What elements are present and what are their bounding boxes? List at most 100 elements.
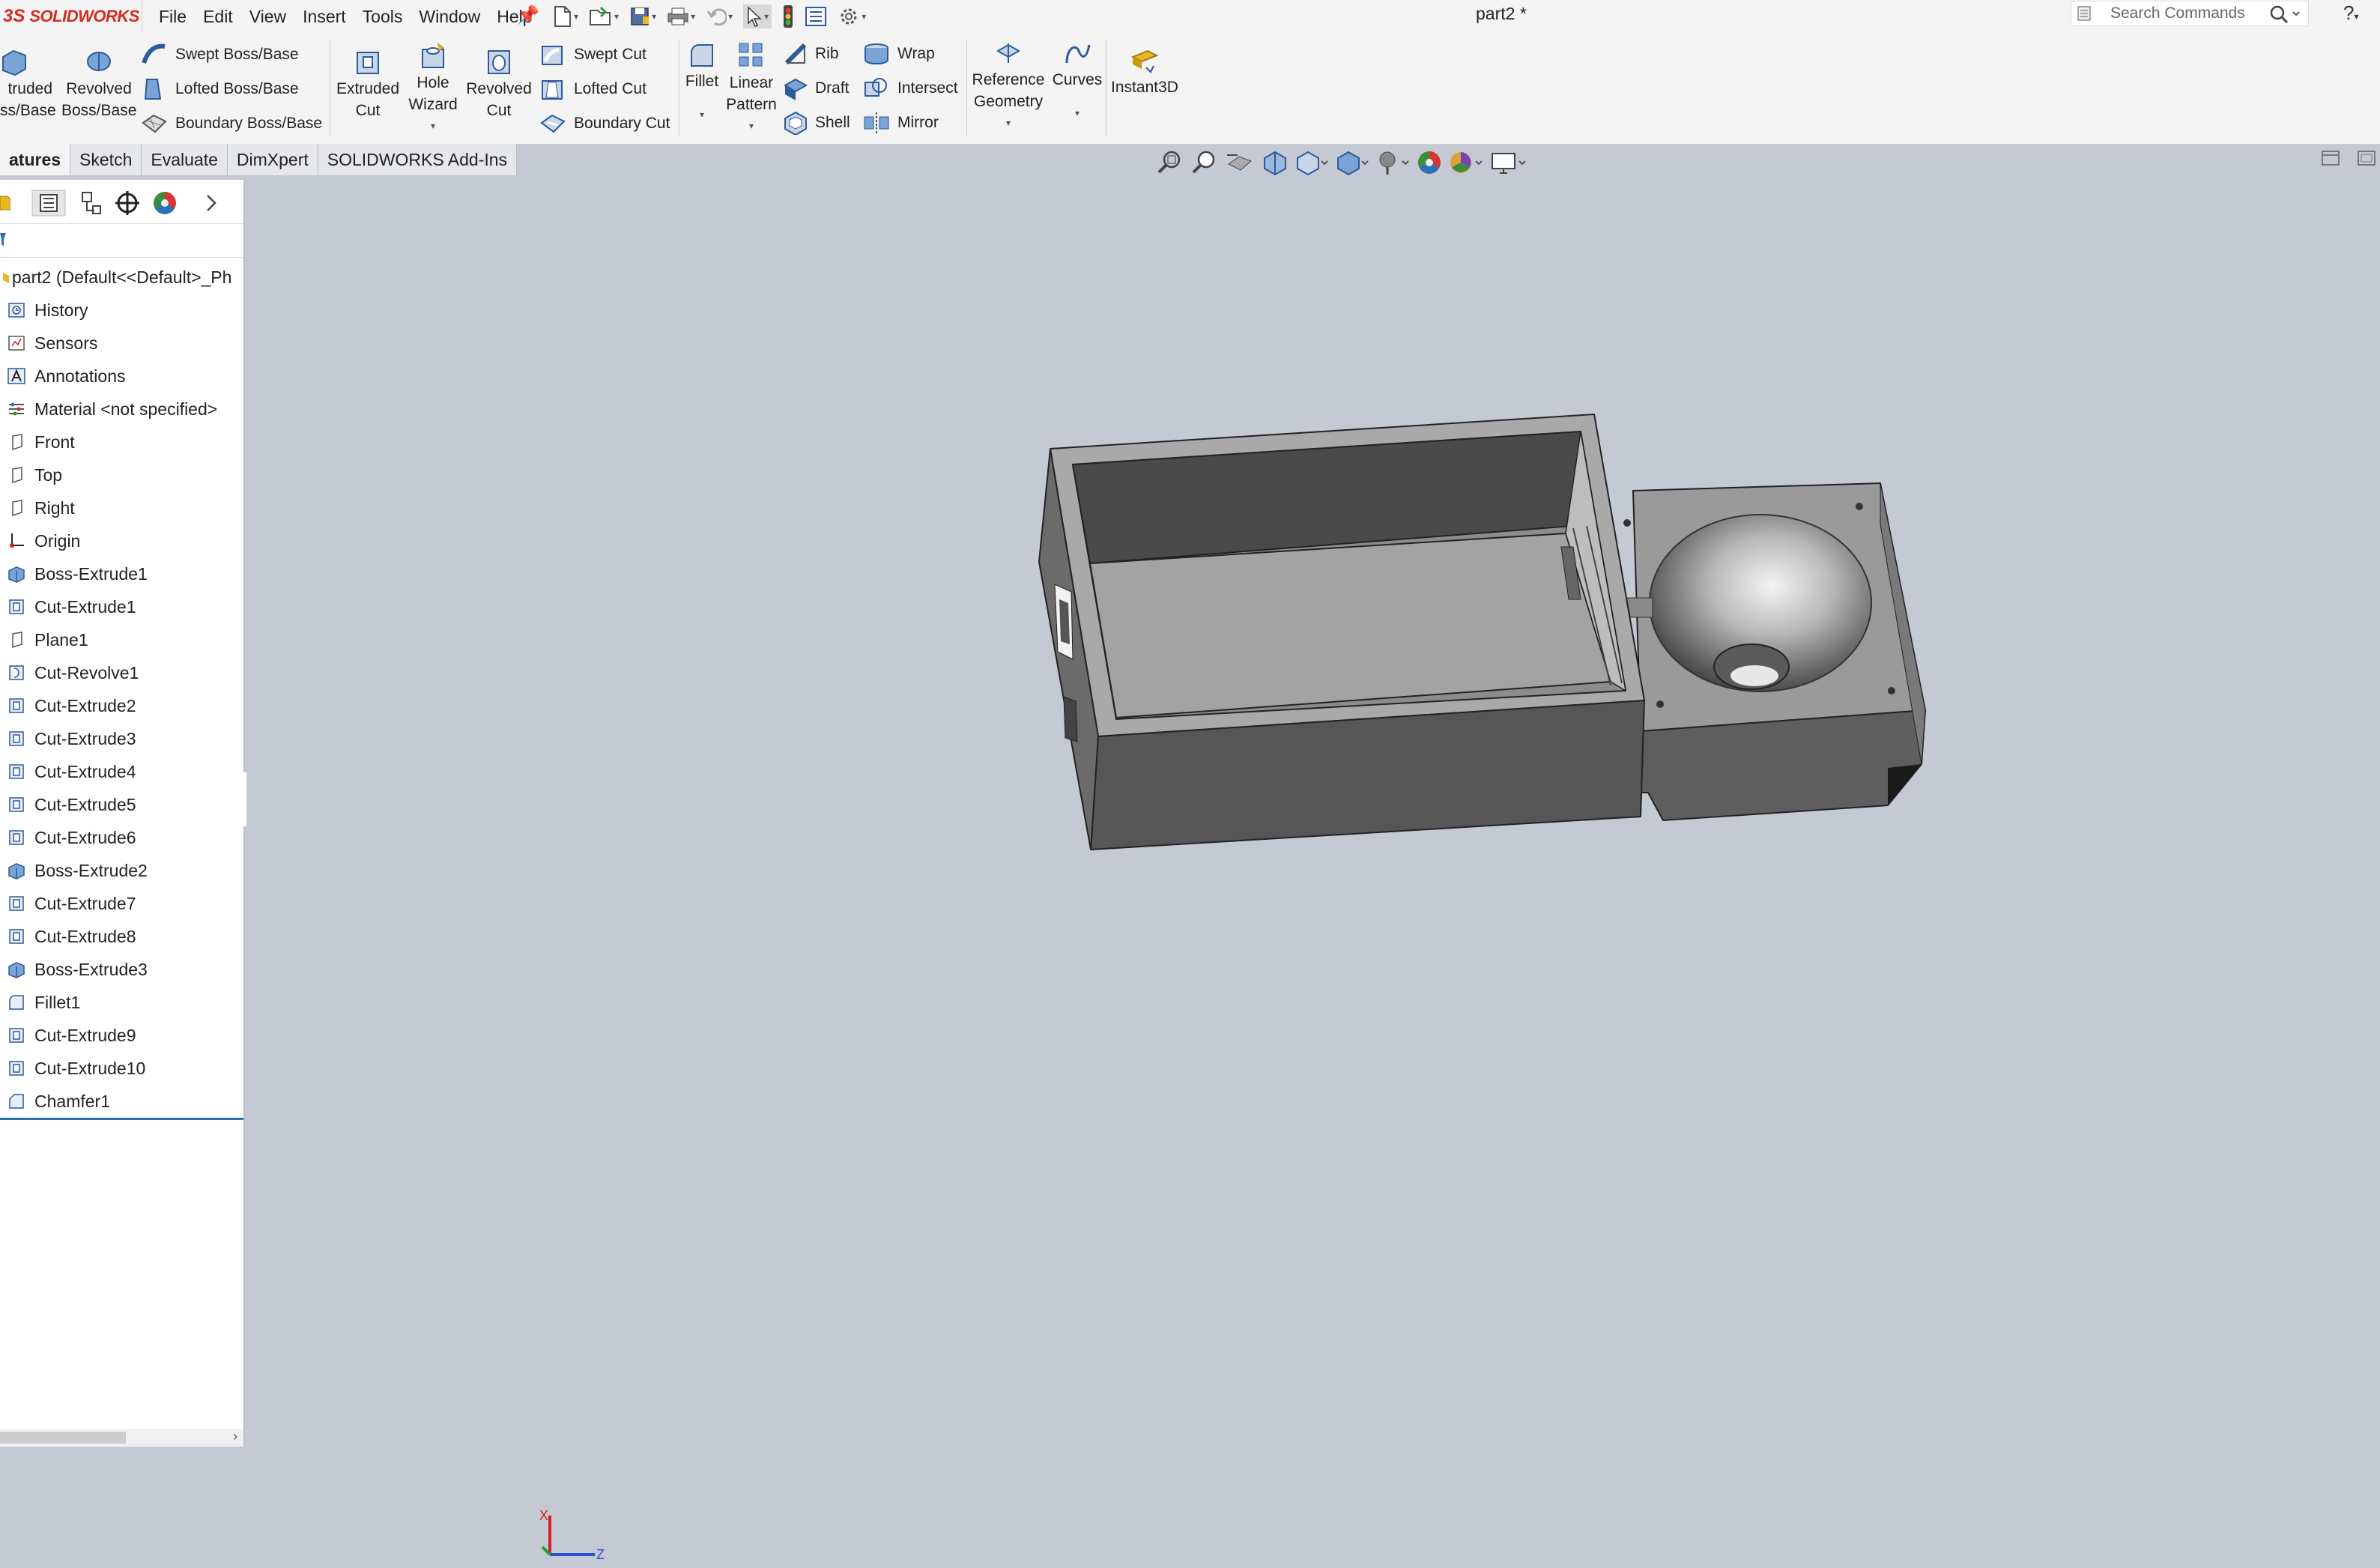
display-manager-tab-icon[interactable] [151,190,178,217]
apply-scene-icon[interactable] [1449,149,1483,176]
rib-button[interactable]: Rib [784,42,839,66]
configuration-manager-tab-icon[interactable] [76,190,103,217]
tree-item[interactable]: Material <not specified> [0,393,243,426]
feature-manager-tab-icon[interactable] [0,192,10,214]
reference-geometry-dropdown-icon[interactable]: ▾ [966,112,1050,134]
previous-view-icon[interactable] [1226,149,1254,176]
zoom-to-area-icon[interactable] [1191,149,1220,176]
print-button[interactable]: ▾ [667,7,695,26]
section-view-icon[interactable] [1260,149,1289,176]
tree-item[interactable]: Right [0,491,243,524]
instant3d-button[interactable]: Instant3D [1107,45,1182,98]
extruded-boss-button[interactable]: truded ss/Base [0,46,56,121]
tree-item[interactable]: Chamfer1 [0,1085,243,1120]
boundary-boss-button[interactable]: Boundary Boss/Base [141,111,322,136]
view-settings-icon[interactable] [1489,149,1527,176]
graphics-viewport[interactable]: X Z [246,178,2380,1562]
new-document-button[interactable]: ▾ [553,5,578,28]
tree-item[interactable]: Boss-Extrude1 [0,557,243,590]
scrollbar-thumb[interactable] [0,1432,126,1444]
edit-appearance-icon[interactable] [1416,149,1443,176]
search-icon[interactable] [2269,4,2301,24]
view-orientation-icon[interactable] [1295,149,1329,176]
part-model-render[interactable] [246,178,2380,1447]
shell-button[interactable]: Shell [784,111,850,135]
tree-item[interactable]: Origin [0,524,243,557]
options-button[interactable]: ▾ [838,5,866,28]
tree-item[interactable]: Annotations [0,360,243,393]
tree-item[interactable]: Cut-Extrude7 [0,887,243,920]
chevron-right-icon[interactable] [204,192,219,214]
save-button[interactable]: ▾ [629,6,656,27]
filter-icon[interactable] [0,230,9,249]
open-button[interactable]: ▾ [589,6,619,27]
search-commands-box[interactable] [2071,1,2315,26]
rebuild-button[interactable] [782,4,794,28]
menu-insert[interactable]: Insert [303,7,346,27]
display-style-icon[interactable] [1335,149,1369,176]
menu-edit[interactable]: Edit [203,7,233,27]
tree-item[interactable]: Cut-Extrude9 [0,1019,243,1052]
extruded-cut-button[interactable]: Extruded Cut [333,46,403,121]
property-manager-tab-icon[interactable] [31,190,66,217]
tree-item[interactable]: Plane1 [0,623,243,656]
dimxpert-manager-tab-icon[interactable] [114,190,141,217]
lofted-boss-button[interactable]: Lofted Boss/Base [141,76,299,102]
tree-item[interactable]: Top [0,458,243,491]
swept-cut-button[interactable]: Swept Cut [539,42,647,67]
tree-item[interactable]: Cut-Extrude6 [0,821,243,854]
wrap-button[interactable]: Wrap [863,42,935,66]
tree-item[interactable]: Cut-Revolve1 [0,656,243,689]
tab-addins[interactable]: SOLIDWORKS Add-Ins [318,144,518,175]
tree-item[interactable]: Cut-Extrude1 [0,590,243,623]
solidworks-logo[interactable]: 3S SOLIDWORKS [0,0,142,33]
curves-button[interactable]: Curves ▾ [1047,40,1107,124]
linear-pattern-dropdown-icon[interactable]: ▾ [722,115,781,137]
feature-filter-bar[interactable] [0,223,243,258]
tree-item[interactable]: Front [0,426,243,458]
tree-item[interactable]: Cut-Extrude2 [0,689,243,722]
tree-item[interactable]: Cut-Extrude8 [0,920,243,953]
select-button[interactable]: ▾ [743,4,772,28]
fillet-dropdown-icon[interactable]: ▾ [680,104,724,126]
tree-root-part[interactable]: part2 (Default<<Default>_Ph [0,261,243,294]
help-button[interactable]: ?▾ [2343,1,2359,25]
revolved-cut-button[interactable]: Revolved Cut [463,46,535,121]
fillet-button[interactable]: Fillet ▾ [680,42,724,126]
file-properties-button[interactable] [805,6,827,27]
tab-sketch[interactable]: Sketch [70,144,142,175]
lofted-cut-button[interactable]: Lofted Cut [539,76,647,102]
tree-item[interactable]: Fillet1 [0,986,243,1019]
tree-item[interactable]: Boss-Extrude2 [0,854,243,887]
boundary-cut-button[interactable]: Boundary Cut [539,111,670,136]
menu-view[interactable]: View [249,7,286,27]
feature-tree-scrollbar[interactable]: › [0,1429,243,1447]
tab-features[interactable]: atures [0,144,71,175]
minimize-viewport-icon[interactable] [2321,150,2340,166]
linear-pattern-button[interactable]: Linear Pattern ▾ [722,40,781,137]
tree-item[interactable]: History [0,294,243,327]
pin-menu-icon[interactable]: 📌 [517,4,539,26]
draft-button[interactable]: Draft [784,76,850,100]
tree-item[interactable]: Boss-Extrude3 [0,953,243,986]
curves-dropdown-icon[interactable]: ▾ [1047,103,1107,124]
mirror-button[interactable]: Mirror [863,111,939,135]
tab-evaluate[interactable]: Evaluate [142,144,228,175]
hole-wizard-button[interactable]: Hole Wizard ▾ [402,40,464,137]
tree-item[interactable]: Sensors [0,327,243,360]
hide-show-items-icon[interactable] [1375,149,1410,176]
tree-item[interactable]: Cut-Extrude4 [0,755,243,788]
tree-item[interactable]: Cut-Extrude5 [0,788,243,821]
hole-wizard-dropdown-icon[interactable]: ▾ [402,115,464,137]
reference-geometry-button[interactable]: Reference Geometry ▾ [966,40,1050,134]
swept-boss-button[interactable]: Swept Boss/Base [141,42,299,67]
menu-window[interactable]: Window [419,7,480,27]
intersect-button[interactable]: Intersect [863,76,958,100]
revolved-boss-button[interactable]: Revolved Boss/Base [61,46,136,121]
tree-item[interactable]: Cut-Extrude10 [0,1052,243,1085]
tab-dimxpert[interactable]: DimXpert [227,144,318,175]
maximize-viewport-icon[interactable] [2357,150,2376,166]
menu-file[interactable]: File [159,7,187,27]
scroll-right-icon[interactable]: › [233,1429,237,1444]
undo-button[interactable]: ▾ [706,7,733,26]
